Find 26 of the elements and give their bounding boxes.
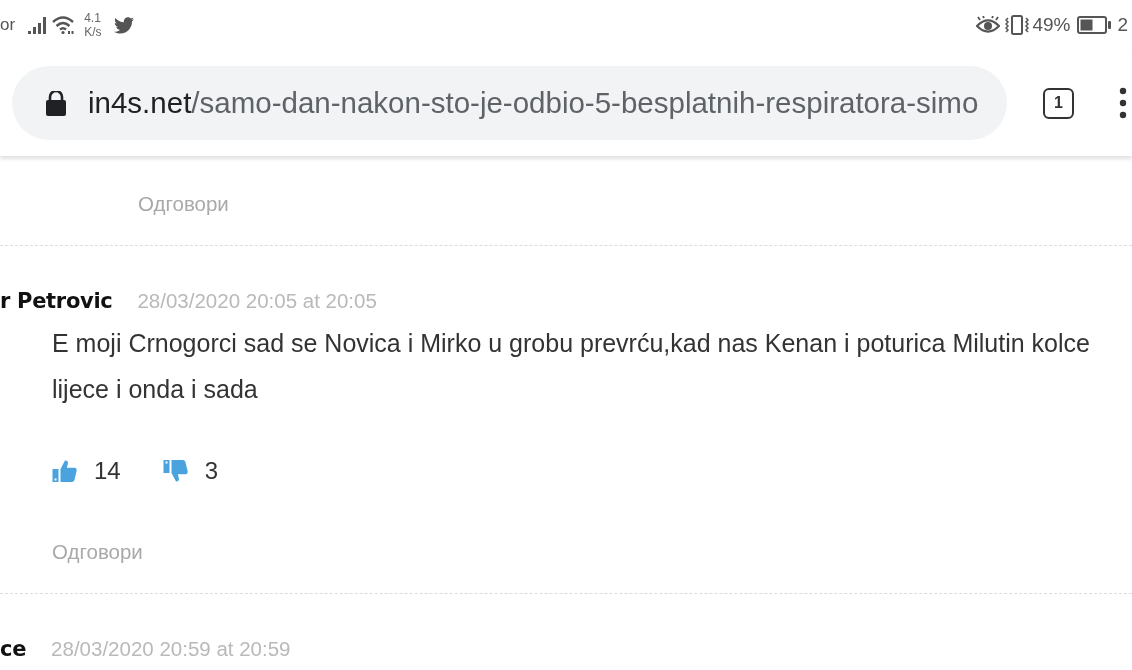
url-text: in4s.net/samo-dan-nakon-sto-je-odbio-5-besplatnih-respiratora-simo xyxy=(88,86,979,120)
author-name: ce xyxy=(0,636,27,663)
address-bar[interactable]: in4s.net/samo-dan-nakon-sto-je-odbio-5-besplatnih-respiratora-simo xyxy=(12,66,1007,140)
menu-icon[interactable] xyxy=(1119,87,1127,119)
comment-date: 28/03/2020 20:05 at 20:05 xyxy=(137,288,377,314)
signal-icon xyxy=(28,16,47,34)
vibrate-icon xyxy=(1005,15,1030,35)
speed-unit: K/s xyxy=(84,25,102,39)
speed-value: 4.1 xyxy=(84,11,102,25)
author-name: r Petrovic xyxy=(0,288,113,315)
clock-time: 2 xyxy=(1117,14,1128,36)
bird-icon xyxy=(114,16,135,34)
comment-text: E moji Crnogorci sad se Novica i Mirko u grobu prevrću,kad nas Kenan i poturica Milutin kolce xyxy=(52,328,1090,359)
eye-icon xyxy=(976,16,1001,34)
thumbs-down-icon[interactable] xyxy=(162,459,189,483)
like-count: 14 xyxy=(94,457,121,485)
tab-count-button[interactable]: 1 xyxy=(1043,87,1074,119)
lock-icon xyxy=(45,90,67,116)
wifi-icon xyxy=(52,16,75,34)
battery-icon xyxy=(1077,16,1112,34)
battery-percent: 49% xyxy=(1032,14,1071,36)
dislike-count: 3 xyxy=(204,457,219,485)
carrier-text: or xyxy=(0,15,16,35)
comment-text: lijece i onda i sada xyxy=(52,374,258,405)
thumbs-up-icon[interactable] xyxy=(52,459,78,483)
comment-date: 28/03/2020 20:59 at 20:59 xyxy=(51,636,291,662)
